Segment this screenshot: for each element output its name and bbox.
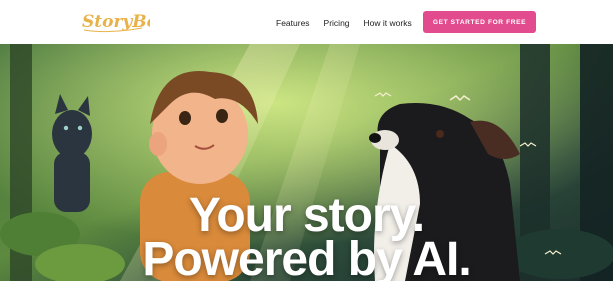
nav-link-pricing[interactable]: Pricing [324, 16, 350, 30]
nav-links: Features Pricing How it works [276, 16, 412, 30]
hero-headline: Your story. Powered by AI. [0, 189, 613, 281]
nav-link-how-it-works[interactable]: How it works [364, 16, 412, 30]
nav-link-features[interactable]: Features [276, 16, 310, 30]
headline-line-1: Your story. [188, 189, 425, 243]
storybook-logo[interactable]: StoryBook [80, 6, 150, 36]
headline-line-2: Powered by AI. [142, 233, 471, 281]
hero-section: Your story. Powered by AI. [0, 44, 613, 281]
get-started-button[interactable]: GET STARTED FOR FREE [423, 11, 536, 33]
top-navbar: StoryBook Features Pricing How it works … [0, 0, 613, 44]
logo-text: StoryBook [82, 12, 150, 32]
